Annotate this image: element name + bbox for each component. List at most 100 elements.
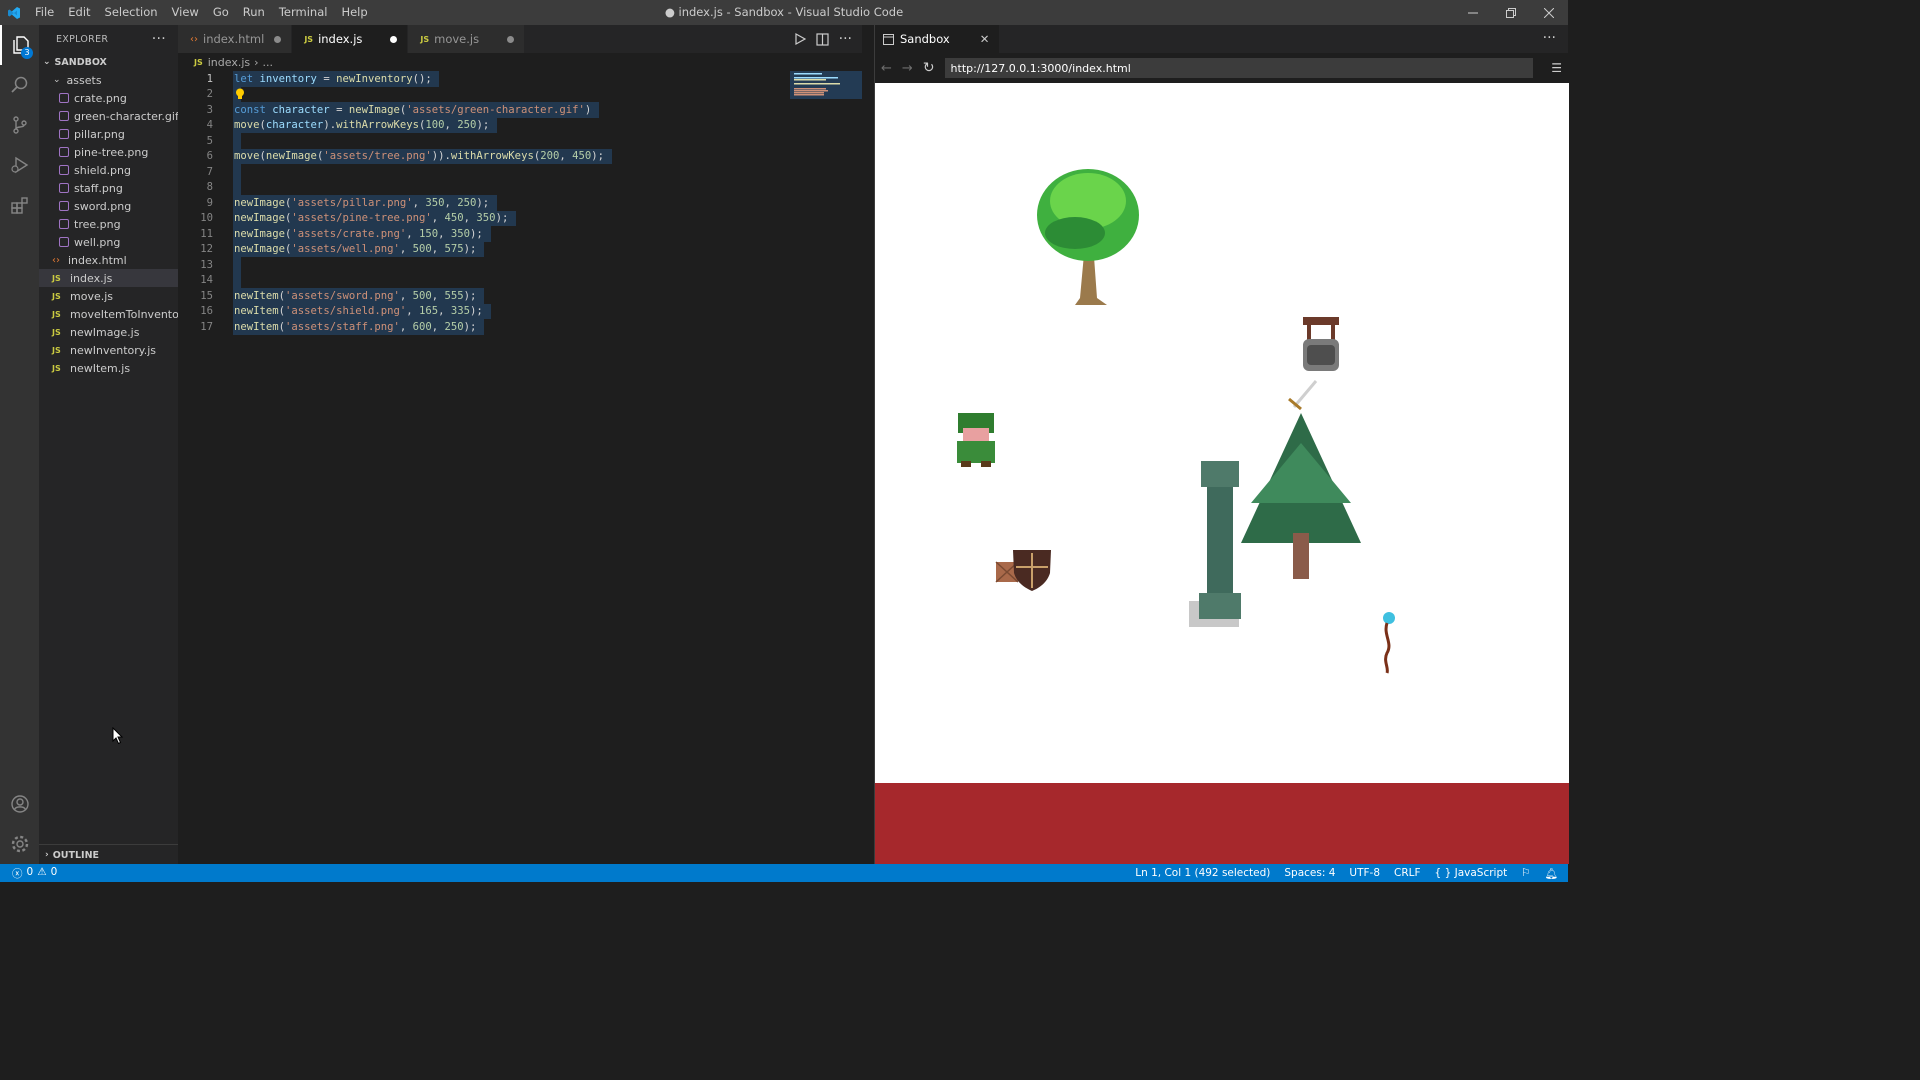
manage-activity-button[interactable]	[0, 824, 39, 864]
source-control-activity-button[interactable]	[0, 105, 39, 145]
file-item[interactable]: pillar.png	[39, 125, 178, 143]
file-item[interactable]: JS moveItemToInventory...	[39, 305, 178, 323]
file-item[interactable]: staff.png	[39, 179, 178, 197]
pine-tree-sprite[interactable]	[1241, 413, 1361, 579]
file-item[interactable]: green-character.gif	[39, 107, 178, 125]
file-item[interactable]: tree.png	[39, 215, 178, 233]
extensions-activity-button[interactable]	[0, 185, 39, 225]
js-file-icon: JS	[420, 34, 430, 44]
cursor-position[interactable]: Ln 1, Col 1 (492 selected)	[1135, 867, 1270, 879]
workspace-root[interactable]: ⌄ SANDBOX	[39, 53, 178, 71]
file-item[interactable]: shield.png	[39, 161, 178, 179]
breadcrumb-file[interactable]: index.js	[208, 56, 250, 69]
code-line[interactable]: 14	[178, 272, 862, 288]
restore-button[interactable]	[1492, 0, 1530, 25]
file-item[interactable]: well.png	[39, 233, 178, 251]
close-window-button[interactable]	[1530, 0, 1568, 25]
staff-sprite[interactable]	[1383, 612, 1395, 674]
tab-sandbox[interactable]: Sandbox ✕	[875, 25, 1000, 53]
tab-move-js[interactable]: JS move.js	[408, 25, 526, 53]
close-icon[interactable]: ✕	[980, 32, 990, 46]
reload-icon[interactable]: ↻	[923, 60, 935, 76]
sword-sprite[interactable]	[1288, 380, 1318, 411]
code-line[interactable]: 3 const character = newImage('assets/gree…	[178, 102, 862, 118]
menu-edit[interactable]: Edit	[61, 0, 97, 25]
code-line[interactable]: 6 move(newImage('assets/tree.png')).withA…	[178, 148, 862, 164]
forward-icon[interactable]: →	[902, 61, 913, 76]
menu-run[interactable]: Run	[236, 0, 272, 25]
line-number: 1	[206, 72, 213, 85]
tab-index-js[interactable]: JS index.js	[292, 25, 409, 53]
file-item[interactable]: JS newItem.js	[39, 359, 178, 377]
file-item[interactable]: ‹› index.html	[39, 251, 178, 269]
split-editor-icon[interactable]	[816, 32, 829, 46]
breadcrumb-symbol[interactable]: ...	[263, 56, 274, 69]
run-debug-activity-button[interactable]	[0, 145, 39, 185]
code-line[interactable]: 17 newItem('assets/staff.png', 600, 250);	[178, 319, 862, 335]
tree-sprite[interactable]	[1037, 169, 1139, 305]
menu-icon[interactable]: ☰	[1551, 61, 1562, 75]
minimap[interactable]	[794, 73, 856, 97]
minimize-button[interactable]	[1454, 0, 1492, 25]
lightbulb-icon[interactable]	[235, 88, 245, 103]
code-line[interactable]: 13	[178, 257, 862, 273]
back-icon[interactable]: ←	[881, 61, 892, 76]
end-of-line[interactable]: CRLF	[1394, 867, 1421, 879]
file-item[interactable]: crate.png	[39, 89, 178, 107]
more-actions-icon[interactable]: ···	[839, 31, 852, 47]
code-line[interactable]: 12 newImage('assets/well.png', 500, 575);	[178, 241, 862, 257]
problems-status[interactable]: ⓧ 0 ⚠ 0	[0, 866, 57, 881]
language-mode[interactable]: { } JavaScript	[1435, 867, 1508, 879]
html-file-icon: ‹›	[190, 33, 198, 45]
pillar-sprite[interactable]	[1189, 461, 1241, 627]
code-line[interactable]: 16 newItem('assets/shield.png', 165, 335)…	[178, 303, 862, 319]
menu-view[interactable]: View	[165, 0, 206, 25]
menu-selection[interactable]: Selection	[98, 0, 165, 25]
code-line[interactable]: 1 let inventory = newInventory();	[178, 71, 862, 87]
code-line[interactable]: 15 newItem('assets/sword.png', 500, 555);	[178, 288, 862, 304]
notifications-bell-icon[interactable]: 🔔︎	[1545, 867, 1558, 880]
code-line[interactable]: 7	[178, 164, 862, 180]
run-icon[interactable]	[794, 33, 806, 45]
code-line[interactable]: 8	[178, 179, 862, 195]
outline-section[interactable]: › OUTLINE	[39, 844, 178, 864]
chevron-right-icon: ›	[254, 55, 259, 69]
file-item[interactable]: sword.png	[39, 197, 178, 215]
code-line[interactable]: 11 newImage('assets/crate.png', 150, 350)…	[178, 226, 862, 242]
menu-file[interactable]: File	[28, 0, 61, 25]
image-file-icon	[59, 111, 69, 121]
file-item[interactable]: JS newInventory.js	[39, 341, 178, 359]
indentation[interactable]: Spaces: 4	[1284, 867, 1335, 879]
source-control-icon	[12, 116, 27, 134]
more-actions-icon[interactable]: ···	[152, 31, 166, 47]
gear-icon	[11, 835, 28, 853]
encoding[interactable]: UTF-8	[1349, 867, 1380, 879]
menu-help[interactable]: Help	[334, 0, 374, 25]
code-editor[interactable]: 1 let inventory = newInventory(); 2 3 const …	[178, 71, 862, 335]
well-sprite[interactable]	[1303, 317, 1339, 371]
shield-sprite[interactable]	[1013, 550, 1051, 591]
code-line[interactable]: 9 newImage('assets/pillar.png', 350, 250)…	[178, 195, 862, 211]
accounts-activity-button[interactable]	[0, 784, 39, 824]
code-line[interactable]: 4 move(character).withArrowKeys(100, 250)…	[178, 117, 862, 133]
file-item[interactable]: pine-tree.png	[39, 143, 178, 161]
tab-index-html[interactable]: ‹› index.html	[178, 25, 293, 53]
menu-terminal[interactable]: Terminal	[272, 0, 335, 25]
folder-assets[interactable]: ⌄ assets	[39, 71, 178, 89]
file-item[interactable]: JS index.js	[39, 269, 178, 287]
sandbox-page[interactable]	[875, 83, 1569, 783]
url-input[interactable]: http://127.0.0.1:3000/index.html	[944, 58, 1534, 78]
code-line[interactable]: 2	[178, 86, 862, 103]
green-character-sprite[interactable]	[957, 413, 995, 467]
search-activity-button[interactable]	[0, 65, 39, 105]
code-line[interactable]: 10 newImage('assets/pine-tree.png', 450, …	[178, 210, 862, 226]
file-item[interactable]: JS newImage.js	[39, 323, 178, 341]
code-line[interactable]: 5	[178, 133, 862, 149]
file-label: green-character.gif	[74, 109, 178, 123]
file-item[interactable]: JS move.js	[39, 287, 178, 305]
explorer-activity-button[interactable]: 3	[0, 25, 39, 65]
menu-go[interactable]: Go	[206, 0, 236, 25]
feedback-icon[interactable]: ⚐	[1521, 867, 1530, 879]
more-actions-icon[interactable]: ···	[1543, 30, 1556, 46]
html-file-icon: ‹›	[52, 254, 60, 266]
